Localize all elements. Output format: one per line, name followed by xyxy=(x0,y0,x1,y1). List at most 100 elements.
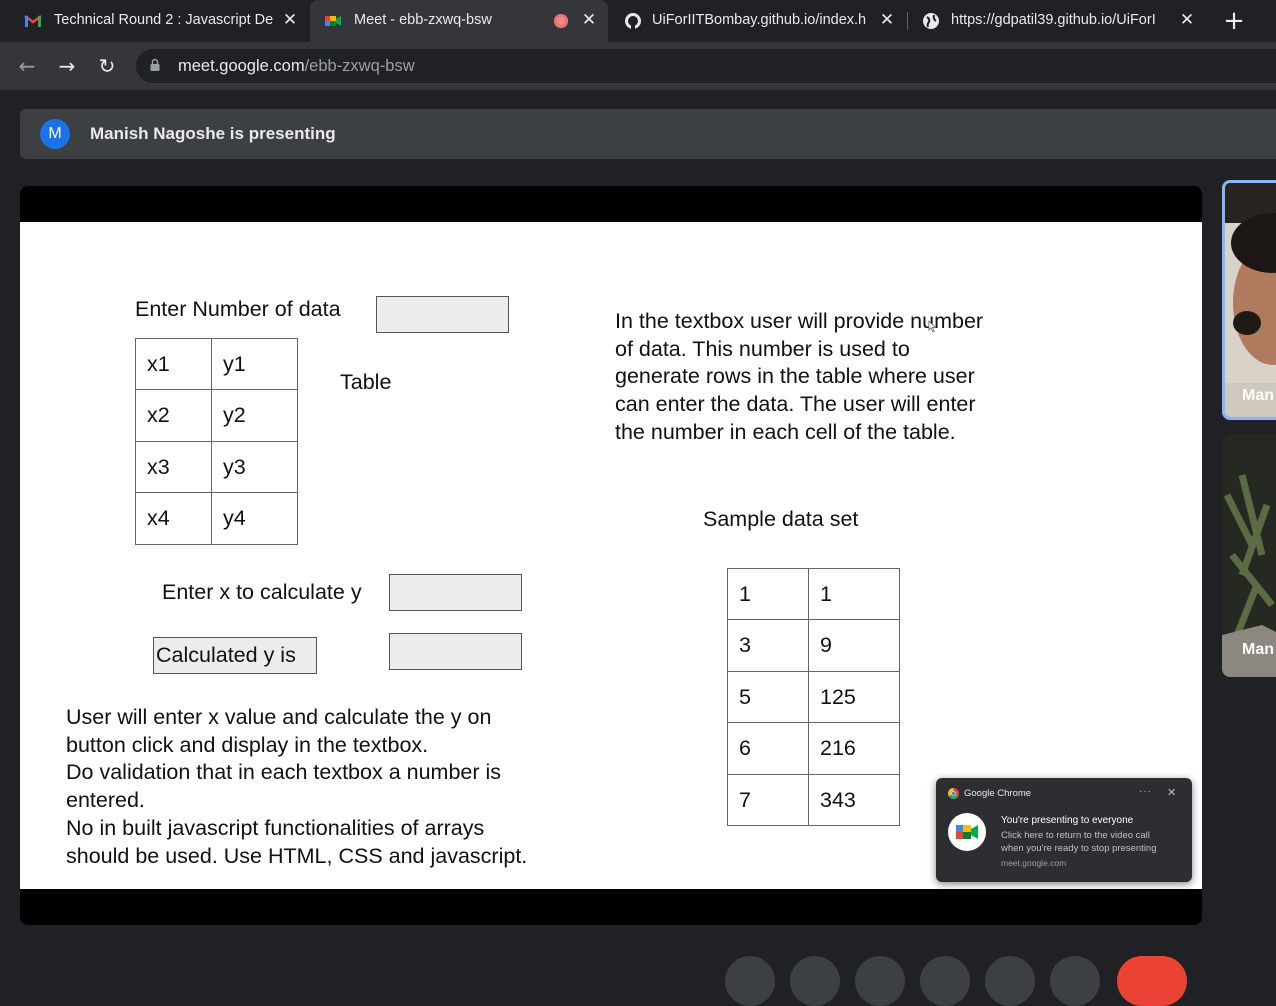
enter-number-label: Enter Number of data xyxy=(135,297,341,321)
tab-meet[interactable]: Meet - ebb-zxwq-bsw ✕ xyxy=(310,0,608,42)
table-row: x4 y4 xyxy=(135,492,298,545)
more-options-icon[interactable]: ··· xyxy=(1139,786,1152,797)
description-line: can enter the data. The user will enter xyxy=(615,392,976,417)
table-cell: 1 xyxy=(727,568,809,620)
table-cell: 9 xyxy=(808,619,900,672)
table-cell: 6 xyxy=(727,722,809,775)
table-row: 6 216 xyxy=(727,722,900,775)
reload-button[interactable]: ↻ xyxy=(93,52,121,80)
url-host: meet.google.com xyxy=(178,57,305,75)
table-row: x1 y1 xyxy=(135,338,298,390)
notification-app-name: Google Chrome xyxy=(964,788,1032,799)
instruction-line: No in built javascript functionalities o… xyxy=(66,815,485,840)
meeting-control-button[interactable] xyxy=(920,956,970,1006)
instruction-line: button click and display in the textbox. xyxy=(66,732,429,757)
sample-data-table: 11 39 5 125 6 216 7 343 xyxy=(727,568,900,826)
tab-gdpatil[interactable]: https://gdpatil39.github.io/UiForI ✕ xyxy=(908,0,1208,42)
participant-tile-active[interactable]: Man xyxy=(1222,180,1276,420)
presenting-banner: M Manish Nagoshe is presenting xyxy=(20,109,1276,159)
instruction-line: User will enter x value and calculate th… xyxy=(66,705,492,729)
presenter-avatar: M xyxy=(40,119,70,149)
participant-video xyxy=(1225,183,1276,417)
address-bar[interactable]: meet.google.com/ebb-zxwq-bsw xyxy=(136,49,1276,83)
table-cell: 343 xyxy=(808,774,900,826)
x-input-textbox xyxy=(389,574,522,611)
notification-body-line: when you're ready to stop presenting xyxy=(1001,843,1157,854)
meeting-control-button[interactable] xyxy=(1050,956,1100,1006)
y-output-textbox xyxy=(389,633,522,670)
description-line: generate rows in the table where user xyxy=(615,364,975,389)
table-row: 7 343 xyxy=(727,774,900,826)
table-cell: y3 xyxy=(211,441,298,493)
tab-github[interactable]: UiForIITBombay.github.io/index.h ✕ xyxy=(608,0,908,42)
table-row: 5 125 xyxy=(727,671,900,723)
enter-x-label: Enter x to calculate y xyxy=(162,580,362,604)
github-icon xyxy=(625,13,641,30)
instruction-line: Do validation that in each textbox a num… xyxy=(66,760,502,785)
instruction-line: entered. xyxy=(66,788,145,813)
meeting-control-button[interactable] xyxy=(725,956,775,1006)
globe-icon xyxy=(923,13,939,29)
tab-title: Technical Round 2 : Javascript De xyxy=(54,12,274,28)
table-row: 11 xyxy=(727,568,900,620)
table-row: x3 y3 xyxy=(135,441,298,493)
table-cell: x1 xyxy=(135,338,212,390)
table-cell: x2 xyxy=(135,389,212,442)
meeting-control-button[interactable] xyxy=(855,956,905,1006)
table-row: x2 y2 xyxy=(135,389,298,442)
meeting-control-button[interactable] xyxy=(985,956,1035,1006)
lock-icon[interactable] xyxy=(150,58,160,71)
participant-name: Man xyxy=(1242,387,1274,404)
table-cell: x3 xyxy=(135,441,212,493)
tab-gmail[interactable]: Technical Round 2 : Javascript De ✕ xyxy=(0,0,310,42)
table-cell: y2 xyxy=(211,389,298,442)
forward-button[interactable]: → xyxy=(53,52,81,80)
notification-body: Click here to return to the video call w… xyxy=(1001,829,1157,855)
url-text: meet.google.com/ebb-zxwq-bsw xyxy=(178,57,415,76)
table-cell: y4 xyxy=(211,492,298,545)
presenting-text: Manish Nagoshe is presenting xyxy=(90,124,336,143)
table-cell: x4 xyxy=(135,492,212,545)
url-path: /ebb-zxwq-bsw xyxy=(304,57,415,75)
table-cell: 1 xyxy=(808,568,900,620)
calculated-y-label: Calculated y is xyxy=(153,637,317,674)
tab-title: Meet - ebb-zxwq-bsw xyxy=(354,12,492,28)
new-tab-button[interactable]: + xyxy=(1220,8,1248,36)
table-cell: 3 xyxy=(727,619,809,672)
description-line: of data. This number is used to xyxy=(615,336,910,361)
sample-data-title: Sample data set xyxy=(703,507,859,531)
table-label: Table xyxy=(340,370,392,394)
recording-indicator-icon xyxy=(554,14,568,28)
google-meet-icon xyxy=(948,813,986,851)
tab-title: UiForIITBombay.github.io/index.h xyxy=(652,12,867,28)
table-cell: 125 xyxy=(808,671,900,723)
table-cell: 5 xyxy=(727,671,809,723)
instructions-paragraph: User will enter x value and calculate th… xyxy=(66,704,527,870)
google-meet-icon xyxy=(325,16,341,26)
table-cell: 216 xyxy=(808,722,900,775)
back-button[interactable]: ← xyxy=(13,52,41,80)
notification-url: meet.google.com xyxy=(1001,858,1067,868)
participant-name: Man xyxy=(1242,641,1274,658)
close-tab-icon[interactable]: ✕ xyxy=(578,9,600,31)
tab-title: https://gdpatil39.github.io/UiForI xyxy=(951,12,1156,28)
notification-title: You're presenting to everyone xyxy=(1001,815,1134,826)
description-line: the number in each cell of the table. xyxy=(615,419,956,444)
participant-tile[interactable]: Man xyxy=(1222,435,1276,677)
table-row: 39 xyxy=(727,619,900,672)
number-of-data-textbox xyxy=(376,296,509,333)
close-tab-icon[interactable]: ✕ xyxy=(1176,9,1198,31)
close-tab-icon[interactable]: ✕ xyxy=(876,9,898,31)
gmail-icon xyxy=(24,15,42,27)
tab-strip: Technical Round 2 : Javascript De ✕ Meet… xyxy=(0,0,1276,42)
input-table: x1 y1 x2 y2 x3 y3 x4 y4 xyxy=(135,338,298,545)
chrome-notification[interactable]: Google Chrome ··· ✕ You're presenting to… xyxy=(936,778,1192,882)
mouse-cursor-icon xyxy=(928,320,937,333)
close-tab-icon[interactable]: ✕ xyxy=(279,9,301,31)
notification-body-line: Click here to return to the video call xyxy=(1001,830,1150,841)
browser-toolbar: ← → ↻ meet.google.com/ebb-zxwq-bsw xyxy=(0,42,1276,90)
meeting-control-button[interactable] xyxy=(790,956,840,1006)
table-cell: 7 xyxy=(727,774,809,826)
close-icon[interactable]: ✕ xyxy=(1167,786,1176,799)
end-call-button[interactable] xyxy=(1117,956,1187,1006)
